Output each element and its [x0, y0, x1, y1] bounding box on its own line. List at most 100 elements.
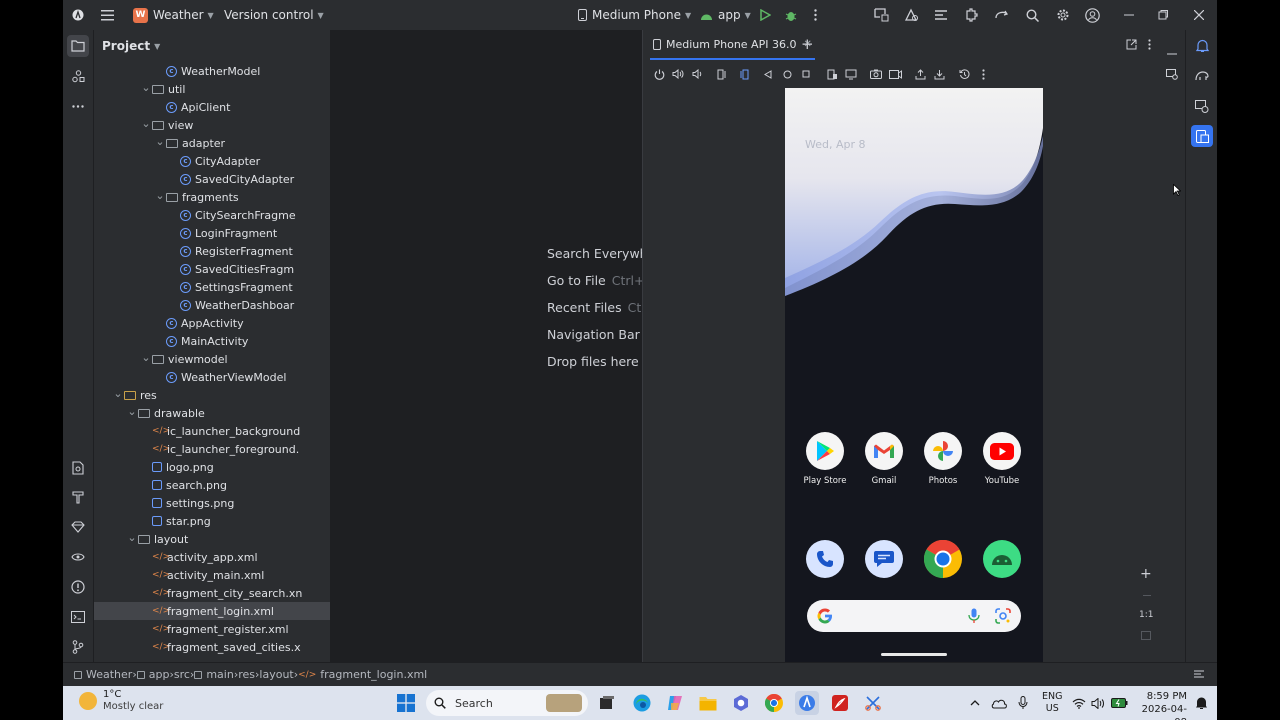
expand-chevron-icon[interactable]: ⌄	[126, 405, 138, 418]
breadcrumb-item[interactable]: src	[174, 668, 190, 681]
restore-window-button[interactable]	[1158, 0, 1168, 30]
volume-up-icon[interactable]	[670, 66, 686, 82]
app-inspection-icon[interactable]	[904, 0, 919, 30]
expand-chevron-icon[interactable]: ⌄	[126, 531, 138, 544]
rotate-right-icon[interactable]	[735, 66, 751, 82]
device-explorer-icon[interactable]	[1191, 95, 1213, 117]
gemini-icon[interactable]	[67, 516, 89, 538]
tree-item[interactable]: c AppActivity	[94, 314, 330, 332]
app-phone[interactable]	[795, 540, 855, 578]
tree-item[interactable]: ⌄ adapter	[94, 134, 330, 152]
tree-item[interactable]: c WeatherViewModel	[94, 368, 330, 386]
app-photos[interactable]: Photos	[913, 432, 973, 486]
snapshot-history-icon[interactable]	[956, 66, 972, 82]
tree-item[interactable]: ⌄ drawable	[94, 404, 330, 422]
tree-item[interactable]: c SavedCitiesFragm	[94, 260, 330, 278]
download-icon[interactable]	[931, 66, 947, 82]
notifications-bell-icon[interactable]	[1191, 35, 1213, 57]
breadcrumb-item[interactable]: main	[194, 668, 234, 681]
zoom-out-icon[interactable]	[1143, 595, 1151, 596]
tree-item[interactable]: c WeatherModel	[94, 62, 330, 80]
show-hidden-icons-chevron-icon[interactable]	[963, 691, 987, 715]
app-hexagon-icon[interactable]	[729, 691, 753, 715]
app-quality-insights-icon[interactable]	[67, 546, 89, 568]
expand-chevron-icon[interactable]: ⌄	[154, 189, 166, 202]
tree-item[interactable]: </> activity_main.xml	[94, 566, 330, 584]
app-android[interactable]	[972, 540, 1032, 578]
tree-item[interactable]: </> fragment_saved_cities.x	[94, 638, 330, 656]
tree-item[interactable]: </> ic_launcher_background	[94, 422, 330, 440]
battery-charging-icon[interactable]	[1107, 691, 1131, 715]
input-language-indicator[interactable]: ENG US	[1042, 691, 1062, 715]
rotate-left-icon[interactable]	[714, 66, 730, 82]
app-gmail[interactable]: Gmail	[854, 432, 914, 486]
device-selector[interactable]: Medium Phone ▼	[578, 0, 691, 30]
notification-center-bell-icon[interactable]	[1189, 691, 1213, 715]
windows-start-icon[interactable]	[394, 691, 418, 715]
taskbar-search-box[interactable]: Search	[426, 690, 588, 716]
export-icon[interactable]	[912, 66, 928, 82]
build-variants-icon[interactable]	[934, 0, 948, 30]
google-lens-icon[interactable]	[995, 608, 1011, 627]
gesture-navigation-handle[interactable]	[881, 653, 947, 656]
breadcrumb-item[interactable]: app	[136, 668, 169, 681]
open-external-icon[interactable]	[1126, 39, 1137, 53]
breadcrumb-item[interactable]: </> fragment_login.xml	[298, 668, 427, 681]
tree-item[interactable]: star.png	[94, 512, 330, 530]
problems-warning-icon[interactable]	[67, 576, 89, 598]
resource-manager-icon[interactable]	[67, 65, 89, 87]
mirror-device-icon[interactable]	[1164, 66, 1180, 82]
tree-item[interactable]: c SettingsFragment	[94, 278, 330, 296]
git-branch-icon[interactable]	[67, 636, 89, 658]
tree-item[interactable]: ⌄ layout	[94, 530, 330, 548]
plugins-icon[interactable]	[964, 0, 978, 30]
microphone-icon[interactable]	[1011, 691, 1035, 715]
app-youtube[interactable]: YouTube	[972, 432, 1032, 486]
emulator-screen[interactable]: Wed, Apr 8 Play Store Gmail Photos YouTu…	[785, 88, 1043, 662]
tree-item[interactable]: ⌄ view	[94, 116, 330, 134]
copilot-icon[interactable]	[663, 691, 687, 715]
fold-icon[interactable]	[824, 66, 840, 82]
app-chrome[interactable]	[913, 540, 973, 578]
account-avatar-icon[interactable]	[1085, 0, 1100, 30]
tree-item[interactable]: ⌄ viewmodel	[94, 350, 330, 368]
expand-chevron-icon[interactable]: ⌄	[154, 135, 166, 148]
tree-item[interactable]: </> fragment_city_search.xn	[94, 584, 330, 602]
tree-item[interactable]: </> fragment_login.xml	[94, 602, 330, 620]
acrobat-reader-icon[interactable]	[828, 691, 852, 715]
tree-item[interactable]: c LoginFragment	[94, 224, 330, 242]
tree-item[interactable]: ⌄ res	[94, 386, 330, 404]
version-control-menu[interactable]: Version control ▼	[224, 0, 324, 30]
overview-icon[interactable]	[798, 66, 814, 82]
tree-item[interactable]: </> ic_launcher_foreground.	[94, 440, 330, 458]
build-hammer-icon[interactable]	[67, 486, 89, 508]
screenshot-camera-icon[interactable]	[868, 66, 884, 82]
tab-medium-phone[interactable]: Medium Phone API 36.0 ✕	[650, 30, 815, 60]
tree-item[interactable]: </> activity_app.xml	[94, 548, 330, 566]
debug-button[interactable]	[785, 0, 797, 30]
main-menu-icon[interactable]	[101, 0, 114, 30]
onedrive-cloud-icon[interactable]	[987, 691, 1011, 715]
android-studio-taskbar-icon[interactable]	[795, 691, 819, 715]
tree-item[interactable]: settings.png	[94, 494, 330, 512]
expand-chevron-icon[interactable]: ⌄	[112, 387, 124, 400]
task-view-icon[interactable]	[595, 691, 619, 715]
screen-record-icon[interactable]	[887, 66, 903, 82]
power-icon[interactable]	[651, 66, 667, 82]
more-device-actions-icon[interactable]	[975, 66, 991, 82]
tree-item[interactable]: logo.png	[94, 458, 330, 476]
tree-item[interactable]: ⌄ util	[94, 80, 330, 98]
add-device-tab-icon[interactable]: +	[801, 37, 814, 52]
tree-item[interactable]: ⌄ fragments	[94, 188, 330, 206]
chrome-taskbar-icon[interactable]	[762, 691, 786, 715]
minimize-window-button[interactable]	[1124, 0, 1134, 30]
tree-item[interactable]: c WeatherDashboar	[94, 296, 330, 314]
app-play-store[interactable]: Play Store	[795, 432, 855, 486]
expand-chevron-icon[interactable]: ⌄	[140, 117, 152, 130]
tree-item[interactable]: </> fragment_register.xml	[94, 620, 330, 638]
home-icon[interactable]	[779, 66, 795, 82]
zoom-actual-size[interactable]: 1:1	[1139, 610, 1153, 620]
android-studio-logo-icon[interactable]	[72, 0, 84, 30]
project-tool-folder-icon[interactable]	[67, 35, 89, 57]
app-messages[interactable]	[854, 540, 914, 578]
